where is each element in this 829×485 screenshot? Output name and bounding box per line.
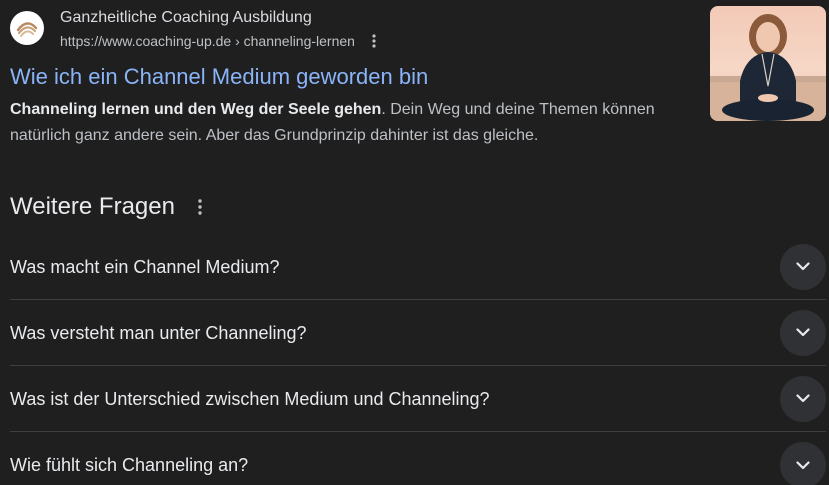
paa-question-item[interactable]: Wie fühlt sich Channeling an?	[10, 432, 826, 485]
chevron-down-icon	[796, 262, 810, 271]
paa-question-text: Was versteht man unter Channeling?	[10, 322, 307, 343]
chevron-down-icon	[796, 328, 810, 337]
site-meta: Ganzheitliche Coaching Ausbildung https:…	[60, 8, 383, 50]
result-thumbnail[interactable]	[710, 6, 826, 121]
paa-question-text: Was macht ein Channel Medium?	[10, 256, 280, 277]
spiral-logo-icon[interactable]	[10, 11, 44, 45]
paa-list: Was macht ein Channel Medium? Was verste…	[10, 234, 826, 485]
paa-question-text: Wie fühlt sich Channeling an?	[10, 455, 249, 475]
paa-question-item[interactable]: Was macht ein Channel Medium?	[10, 234, 826, 300]
more-vert-icon[interactable]	[365, 32, 383, 50]
paa-question-item[interactable]: Was ist der Unterschied zwischen Medium …	[10, 366, 826, 432]
paa-header: Weitere Fragen	[10, 190, 209, 224]
paa-question-item[interactable]: Was versteht man unter Channeling?	[10, 300, 826, 366]
chevron-down-icon	[796, 394, 810, 403]
expand-button[interactable]	[780, 243, 826, 290]
site-row: Ganzheitliche Coaching Ausbildung https:…	[10, 8, 829, 56]
more-vert-icon[interactable]	[191, 195, 209, 219]
expand-button[interactable]	[780, 375, 826, 422]
chevron-down-icon	[796, 460, 810, 469]
snippet-highlight: Channeling lernen und den Weg der Seele …	[10, 101, 382, 118]
url-row: https://www.coaching-up.de › channeling-…	[60, 32, 383, 50]
paa-question-text: Was ist der Unterschied zwischen Medium …	[10, 388, 490, 409]
search-result: Ganzheitliche Coaching Ausbildung https:…	[10, 6, 829, 158]
site-name[interactable]: Ganzheitliche Coaching Ausbildung	[60, 8, 383, 28]
expand-button[interactable]	[780, 309, 826, 356]
result-snippet: Channeling lernen und den Weg der Seele …	[10, 97, 680, 149]
result-title-link[interactable]: Wie ich ein Channel Medium geworden bin	[10, 63, 428, 91]
paa-title: Weitere Fragen	[10, 193, 175, 220]
expand-button[interactable]	[780, 442, 826, 485]
search-results-page: Ganzheitliche Coaching Ausbildung https:…	[0, 0, 829, 485]
site-url[interactable]: https://www.coaching-up.de › channeling-…	[60, 32, 355, 50]
